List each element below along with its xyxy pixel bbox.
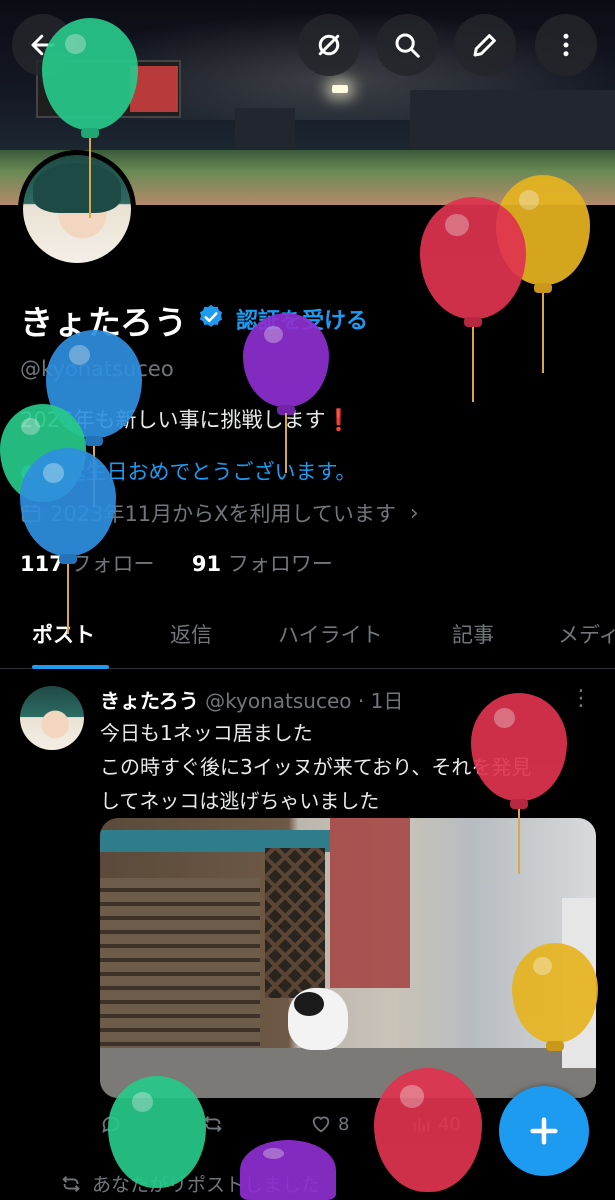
following-link[interactable]: 117 フォロー (20, 552, 155, 576)
balloon-knot (546, 1041, 564, 1051)
tab-posts[interactable]: ポスト (32, 619, 95, 649)
balloon-body (374, 1068, 482, 1192)
post-more-icon[interactable]: ⋮ (570, 686, 598, 714)
balloon-knot (81, 128, 99, 138)
like-count: 8 (338, 1113, 350, 1135)
repost-icon (62, 1175, 80, 1192)
slashed-circle-icon (318, 34, 340, 56)
balloon-string (472, 327, 474, 402)
photo-lattice (265, 848, 325, 998)
balloon-body (471, 693, 567, 801)
plus-icon (530, 1117, 558, 1145)
post-header: きょたろう @kyonatsuceo · 1日 (100, 685, 403, 714)
balloon-string (89, 138, 91, 218)
pencil-icon (473, 34, 496, 57)
search-button[interactable] (376, 14, 438, 76)
balloon-body (42, 18, 138, 130)
verified-badge-icon[interactable] (197, 303, 225, 331)
balloon-knot (59, 554, 77, 564)
chevron-right-icon: › (409, 500, 419, 526)
post-text: 今日も1ネッコ居ました この時すぐ後に3イッヌが来ており、それを発見 してネッコ… (100, 716, 531, 818)
compose-post-button[interactable] (499, 1086, 589, 1176)
followers-label: フォロワー (227, 552, 333, 576)
profile-tabs: ポスト 返信 ハイライト 記事 メディア (0, 605, 615, 669)
profile-avatar[interactable] (18, 150, 136, 268)
balloon-body (512, 943, 598, 1043)
post-text-line: 今日も1ネッコ居ました (100, 721, 313, 745)
banner-floodlight (332, 85, 348, 93)
post-handle-time: @kyonatsuceo · 1日 (205, 689, 404, 713)
post-avatar[interactable] (20, 686, 84, 750)
balloon-string (542, 293, 544, 373)
balloon-string (518, 809, 520, 874)
banner-building (235, 108, 295, 148)
balloon-body (420, 197, 526, 319)
balloon-string (285, 413, 287, 473)
following-label: フォロー (70, 552, 155, 576)
active-tab-indicator (32, 665, 109, 669)
photo-wooden-slats (100, 878, 260, 1048)
mute-button[interactable] (298, 14, 360, 76)
balloon-body (20, 448, 116, 556)
post-text-line: してネッコは逃げちゃいました (100, 789, 380, 813)
avatar-hair (33, 163, 121, 213)
balloon-body (240, 1140, 336, 1200)
post-text-line: この時すぐ後に3イッヌが来ており、それを発見 (100, 755, 532, 779)
more-vertical-icon (563, 33, 569, 57)
photo-red-wall (330, 818, 410, 988)
avatar-image (23, 155, 131, 263)
balloon-knot (510, 799, 528, 809)
following-count: 117 (20, 552, 64, 576)
photo-cat (288, 988, 348, 1050)
balloon-body (108, 1076, 206, 1188)
followers-link[interactable]: 91 フォロワー (192, 552, 333, 576)
balloon-knot (534, 283, 552, 293)
like-button[interactable]: 8 (310, 1113, 349, 1135)
heart-icon (312, 1116, 330, 1133)
more-button[interactable] (535, 14, 597, 76)
balloon-knot (464, 317, 482, 327)
balloon-knot (85, 436, 103, 446)
followers-count: 91 (191, 552, 222, 576)
post-author-name[interactable]: きょたろう (100, 689, 199, 713)
balloon-body (243, 313, 329, 407)
tab-articles[interactable]: 記事 (452, 619, 494, 649)
tab-highlights[interactable]: ハイライト (278, 619, 383, 649)
tab-media[interactable]: メディア (558, 619, 615, 649)
edit-button[interactable] (454, 14, 516, 76)
tab-replies[interactable]: 返信 (170, 619, 212, 649)
balloon-string (67, 564, 69, 634)
search-icon (395, 33, 420, 58)
